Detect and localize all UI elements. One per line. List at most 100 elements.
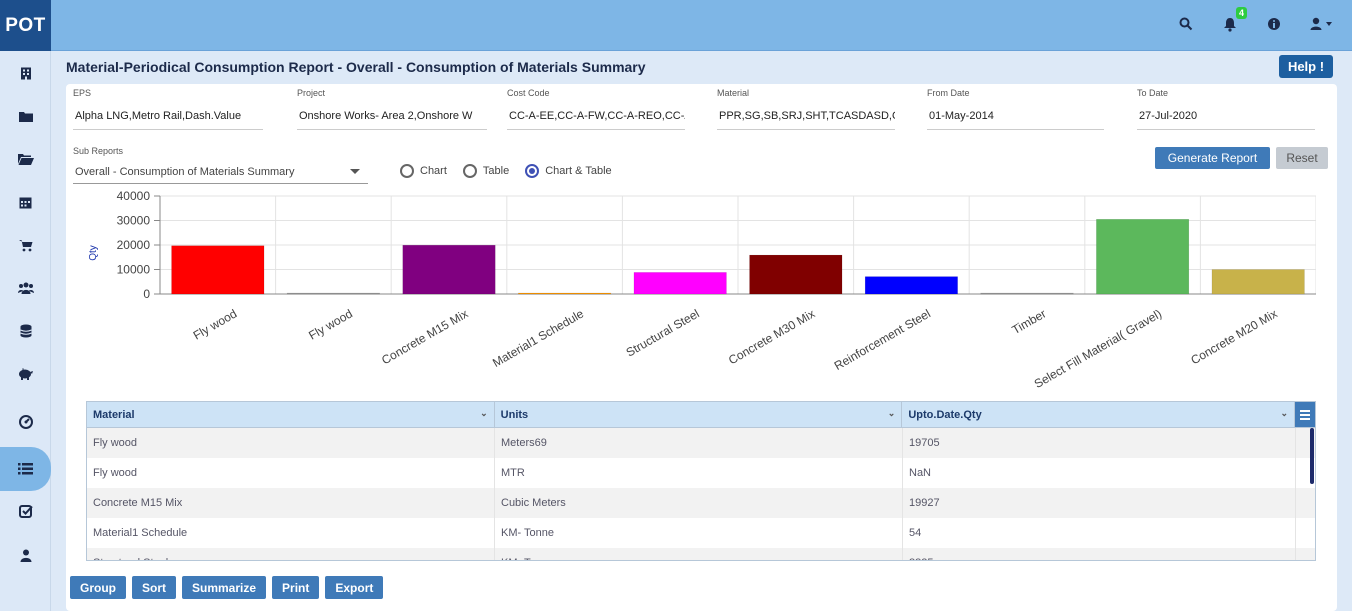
calendar-icon [19, 197, 32, 208]
sidebar-item-reports[interactable] [0, 447, 51, 491]
column-header-units[interactable]: Units ⌄ [495, 402, 903, 427]
radio-chart-circle[interactable] [400, 164, 414, 178]
sidebar-item-dashboard[interactable] [0, 402, 51, 442]
cell-material: Fly wood [87, 458, 495, 488]
sub-reports-field[interactable]: Sub Reports Overall - Consumption of Mat… [73, 146, 368, 184]
view-mode-group: Chart Table Chart & Table [400, 164, 612, 178]
material-label: Material [717, 88, 750, 98]
sidebar-item-database[interactable] [0, 311, 51, 351]
to-date-label: To Date [1137, 88, 1169, 98]
x-tick-label: Material1 Schedule [490, 306, 586, 370]
chevron-down-icon[interactable]: ⌄ [888, 408, 896, 419]
radio-table-label: Table [482, 165, 510, 177]
material-value[interactable]: PPR,SG,SB,SRJ,SHT,TCASDASD,OFC [717, 110, 895, 130]
y-tick-label: 40000 [117, 191, 151, 203]
x-tick-label: Select Fill Material( Gravel) [1032, 306, 1164, 390]
project-value[interactable]: Onshore Works- Area 2,Onshore W [297, 110, 487, 130]
sidebar-item-folder[interactable] [0, 96, 51, 136]
radio-chart-label: Chart [420, 165, 447, 177]
app-logo[interactable]: POT [0, 0, 51, 51]
table-row[interactable]: Fly wood Meters69 19705 [87, 428, 1315, 458]
cost-code-field[interactable]: Cost Code CC-A-EE,CC-A-FW,CC-A-REO,CC-A-… [507, 88, 685, 130]
radio-chart-and-table[interactable]: Chart & Table [525, 164, 612, 178]
table-row[interactable]: Structural Steel KM- Tonne 8825 [87, 548, 1315, 560]
export-button[interactable]: Export [325, 576, 384, 599]
notification-badge: 4 [1235, 7, 1247, 19]
cell-qty: 54 [903, 518, 1296, 548]
print-button[interactable]: Print [272, 576, 320, 599]
help-button[interactable]: Help ! [1279, 55, 1333, 78]
chevron-down-icon[interactable]: ⌄ [480, 408, 488, 419]
cell-material: Fly wood [87, 428, 495, 458]
table-body: Fly wood Meters69 19705 Fly wood MTR NaN… [87, 428, 1315, 560]
x-tick-label: Fly wood [191, 306, 240, 342]
bell-icon[interactable]: 4 [1220, 7, 1247, 34]
folder-open-icon [17, 154, 34, 165]
group-button[interactable]: Group [70, 576, 126, 599]
cost-code-value[interactable]: CC-A-EE,CC-A-FW,CC-A-REO,CC-A-C [507, 110, 685, 130]
table-row[interactable]: Material1 Schedule KM- Tonne 54 [87, 518, 1315, 548]
eps-label: EPS [73, 88, 92, 98]
user-menu-icon[interactable] [1308, 14, 1338, 34]
table-row[interactable]: Fly wood MTR NaN [87, 458, 1315, 488]
bar [749, 254, 843, 295]
radio-chart-and-table-circle[interactable] [525, 164, 540, 178]
info-icon[interactable] [1264, 14, 1284, 34]
eps-field[interactable]: EPS Alpha LNG,Metro Rail,Dash.Value [73, 88, 263, 130]
radio-table-circle[interactable] [462, 164, 477, 178]
page-title: Material-Periodical Consumption Report -… [66, 59, 646, 75]
to-date-value[interactable]: 27-Jul-2020 [1137, 110, 1315, 130]
from-date-value[interactable]: 01-May-2014 [927, 110, 1104, 130]
sidebar-item-tasks[interactable] [0, 491, 51, 531]
y-tick-label: 20000 [117, 238, 151, 252]
search-icon[interactable] [1176, 14, 1196, 34]
cart-icon [18, 239, 32, 251]
radio-chart[interactable]: Chart [400, 164, 447, 178]
column-menu-icon[interactable] [1295, 402, 1315, 427]
cell-units: MTR [495, 458, 903, 488]
y-tick-label: 30000 [117, 214, 151, 228]
radio-chart-and-table-label: Chart & Table [545, 165, 612, 177]
from-date-label: From Date [927, 88, 970, 98]
bar [518, 292, 612, 295]
eps-value[interactable]: Alpha LNG,Metro Rail,Dash.Value [73, 110, 263, 130]
sidebar-item-profile[interactable] [0, 535, 51, 575]
column-header-qty[interactable]: Upto.Date.Qty ⌄ [902, 402, 1296, 427]
y-tick-label: 0 [143, 287, 150, 301]
generate-report-button[interactable]: Generate Report [1155, 147, 1270, 169]
bar [633, 272, 727, 295]
from-date-field[interactable]: From Date 01-May-2014 [927, 88, 1104, 130]
sidebar-item-piggy-bank[interactable] [0, 354, 51, 394]
cell-qty: 19705 [903, 428, 1296, 458]
sidebar-item-cart[interactable] [0, 225, 51, 265]
material-field[interactable]: Material PPR,SG,SB,SRJ,SHT,TCASDASD,OFC [717, 88, 895, 130]
column-header-material-label: Material [93, 409, 135, 421]
sidebar-item-building[interactable] [0, 53, 51, 93]
cell-units: KM- Tonne [495, 518, 903, 548]
sidebar-item-folder-open[interactable] [0, 139, 51, 179]
bar [980, 292, 1074, 295]
sort-button[interactable]: Sort [132, 576, 176, 599]
building-icon [20, 67, 31, 79]
sidebar-item-calendar[interactable] [0, 182, 51, 222]
users-icon [17, 282, 34, 294]
summarize-button[interactable]: Summarize [182, 576, 267, 599]
radio-table[interactable]: Table [462, 164, 510, 178]
bar [864, 276, 958, 295]
bar [1096, 219, 1190, 295]
reset-button[interactable]: Reset [1276, 147, 1328, 169]
x-tick-label: Fly wood [306, 306, 355, 342]
check-square-icon [18, 505, 33, 518]
cell-units: KM- Tonne [495, 548, 903, 560]
sidebar-item-users[interactable] [0, 268, 51, 308]
table-row[interactable]: Concrete M15 Mix Cubic Meters 19927 [87, 488, 1315, 518]
column-header-units-label: Units [500, 409, 529, 421]
column-header-material[interactable]: Material ⌄ [87, 402, 495, 427]
table-actions: Group Sort Summarize Print Export [70, 576, 384, 599]
chevron-down-icon[interactable]: ⌄ [1280, 408, 1288, 419]
table-scrollbar[interactable] [1310, 428, 1314, 484]
x-tick-label: Concrete M20 Mix [1188, 306, 1279, 367]
to-date-field[interactable]: To Date 27-Jul-2020 [1137, 88, 1315, 130]
sub-reports-select[interactable]: Overall - Consumption of Materials Summa… [73, 166, 368, 184]
project-field[interactable]: Project Onshore Works- Area 2,Onshore W [297, 88, 487, 130]
